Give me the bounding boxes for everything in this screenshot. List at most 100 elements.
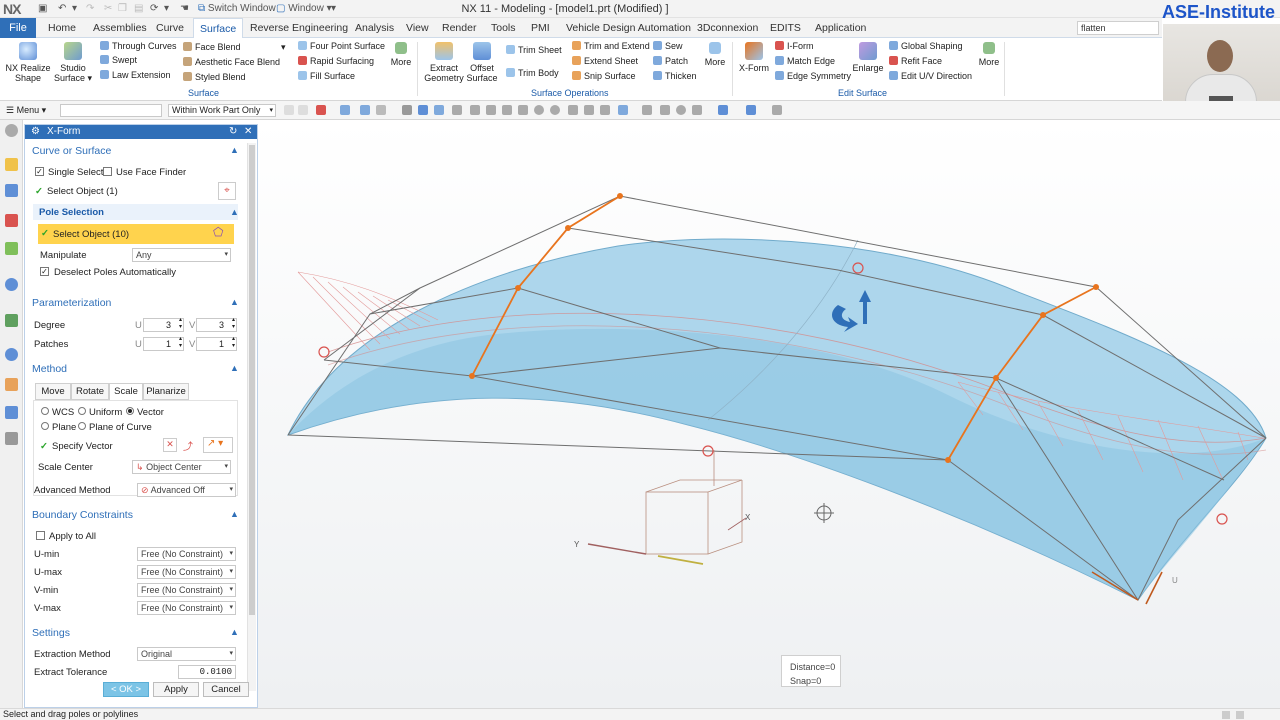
collapse-icon[interactable]: ▲ [230, 509, 239, 519]
selection-scope-select[interactable]: Within Work Part Only ▾ [168, 104, 276, 117]
section-parameterization[interactable]: Parameterization [32, 297, 111, 309]
filter-icon[interactable] [284, 105, 294, 115]
tab-application[interactable]: Application [815, 22, 866, 34]
select-all-icon[interactable] [316, 105, 326, 115]
wcs-radio[interactable] [41, 407, 49, 415]
tab-view[interactable]: View [406, 22, 429, 34]
collapse-icon[interactable]: ▲ [230, 207, 239, 217]
edit-section-icon[interactable] [746, 105, 756, 115]
intersection-point-icon[interactable] [502, 105, 512, 115]
snip-surface-button[interactable]: Snip Surface [572, 71, 636, 81]
deselect-poles-checkbox[interactable]: ✓ [40, 267, 49, 276]
fill-surface-button[interactable]: Fill Surface [298, 71, 355, 81]
face-blend-button[interactable]: Face Blend [183, 42, 241, 52]
type-filter-select[interactable] [60, 104, 162, 117]
global-shaping-button[interactable]: Global Shaping [889, 41, 963, 51]
edge-symmetry-button[interactable]: Edge Symmetry [775, 71, 851, 81]
extend-sheet-button[interactable]: Extend Sheet [572, 56, 638, 66]
constraint-navigator-icon[interactable] [5, 184, 18, 197]
uniform-radio[interactable] [78, 407, 86, 415]
tab-vehicle-design-automation[interactable]: Vehicle Design Automation [566, 22, 691, 34]
existing-point-icon[interactable] [550, 105, 560, 115]
end-point-icon[interactable] [452, 105, 462, 115]
i-form-button[interactable]: I-Form [775, 41, 814, 51]
v-min-select[interactable]: Free (No Constraint) ▾ [137, 583, 236, 597]
four-point-surface-button[interactable]: Four Point Surface [298, 41, 385, 51]
solid-view-icon[interactable] [418, 105, 428, 115]
section-curve-or-surface[interactable]: Curve or Surface [32, 145, 111, 157]
menu-button[interactable]: ☰ Menu ▾ [6, 105, 46, 116]
scale-center-select[interactable]: ↳ Object Center ▾ [132, 460, 231, 474]
degree-u-input[interactable]: 3 [143, 317, 184, 332]
edit-uv-direction-button[interactable]: Edit U/V Direction [889, 71, 972, 81]
bounded-grid-icon[interactable] [600, 105, 610, 115]
trim-sheet-button[interactable]: Trim Sheet [506, 45, 562, 55]
advanced-method-select[interactable]: ⊘ Advanced Off ▾ [137, 483, 236, 497]
u-min-select[interactable]: Free (No Constraint) ▾ [137, 547, 236, 561]
rotate-view-icon[interactable] [676, 105, 686, 115]
tab-surface[interactable]: Surface [193, 18, 244, 38]
thicken-button[interactable]: Thicken [653, 71, 697, 81]
dialog-scrollbar[interactable] [247, 143, 256, 691]
refit-face-button[interactable]: Refit Face [889, 56, 942, 66]
part-navigator-icon[interactable] [5, 214, 18, 227]
single-select-checkbox[interactable]: ✓ [35, 167, 44, 176]
quadrant-point-icon[interactable] [534, 105, 544, 115]
web-browser-icon[interactable] [5, 278, 18, 291]
command-finder-input[interactable]: flatten [1077, 21, 1159, 35]
rapid-surfacing-button[interactable]: Rapid Surfacing [298, 56, 374, 66]
extract-geometry-button[interactable]: Extract Geometry [422, 42, 466, 83]
status-window-icon[interactable] [1222, 711, 1230, 719]
patches-v-input[interactable]: 1 [196, 336, 237, 351]
cancel-button[interactable]: Cancel [203, 682, 249, 697]
rendering-style-icon[interactable] [718, 105, 728, 115]
view-settings-icon[interactable] [772, 105, 782, 115]
process-studio-icon[interactable] [5, 378, 18, 391]
trim-and-extend-button[interactable]: Trim and Extend [572, 41, 650, 51]
tab-pmi[interactable]: PMI [531, 22, 550, 34]
swept-button[interactable]: Swept [100, 55, 137, 65]
extract-tolerance-input[interactable]: 0.0100 [178, 665, 236, 679]
law-extension-button[interactable]: Law Extension [100, 70, 171, 80]
specify-vector-label[interactable]: Specify Vector [52, 441, 113, 452]
pole-icon[interactable] [618, 105, 628, 115]
through-curves-button[interactable]: Through Curves [100, 41, 177, 51]
section-boundary-constraints[interactable]: Boundary Constraints [32, 509, 133, 521]
reuse-library-icon[interactable] [5, 242, 18, 255]
plane-of-curve-radio[interactable] [78, 422, 86, 430]
tab-scale[interactable]: Scale [109, 383, 143, 400]
more-surface-button[interactable]: More [387, 42, 415, 67]
system-scenes-icon[interactable] [5, 432, 18, 445]
snap-point-icon[interactable] [434, 105, 444, 115]
apply-to-all-checkbox[interactable] [36, 531, 45, 540]
tab-home[interactable]: Home [48, 22, 76, 34]
tab-render[interactable]: Render [442, 22, 476, 34]
clock-icon[interactable] [5, 348, 18, 361]
studio-surface-button[interactable]: Studio Surface ▾ [52, 42, 94, 83]
select-object-surface[interactable]: Select Object (1) [47, 186, 118, 197]
inferred-vector-icon[interactable]: ↗ ▾ [203, 437, 233, 453]
tab-3dconnexion[interactable]: 3Dconnexion [697, 22, 758, 34]
nx-realize-shape-button[interactable]: NX Realize Shape [4, 42, 52, 83]
orient-view-icon[interactable] [692, 105, 702, 115]
reverse-direction-icon[interactable]: ✕ [163, 438, 177, 452]
reset-icon[interactable]: ↻ [229, 125, 237, 139]
tab-analysis[interactable]: Analysis [355, 22, 394, 34]
tab-rotate[interactable]: Rotate [71, 383, 109, 400]
tab-planarize[interactable]: Planarize [143, 383, 189, 400]
tab-edits[interactable]: EDITS [770, 22, 801, 34]
tab-tools[interactable]: Tools [491, 22, 516, 34]
crosshair-icon[interactable]: ⌖ [218, 182, 236, 200]
manipulate-select[interactable]: Any ▾ [132, 248, 231, 262]
collapse-icon[interactable]: ▲ [230, 627, 239, 637]
patch-button[interactable]: Patch [653, 56, 688, 66]
point-on-face-icon[interactable] [584, 105, 594, 115]
styled-blend-button[interactable]: Styled Blend [183, 72, 246, 82]
tab-file[interactable]: File [0, 18, 36, 38]
patches-u-input[interactable]: 1 [143, 336, 184, 351]
history-icon[interactable] [5, 314, 18, 327]
collapse-icon[interactable]: ▲ [230, 145, 239, 155]
show-hidden-icon[interactable] [402, 105, 412, 115]
more-surface-operations-button[interactable]: More [702, 42, 728, 67]
apply-button[interactable]: Apply [153, 682, 199, 697]
